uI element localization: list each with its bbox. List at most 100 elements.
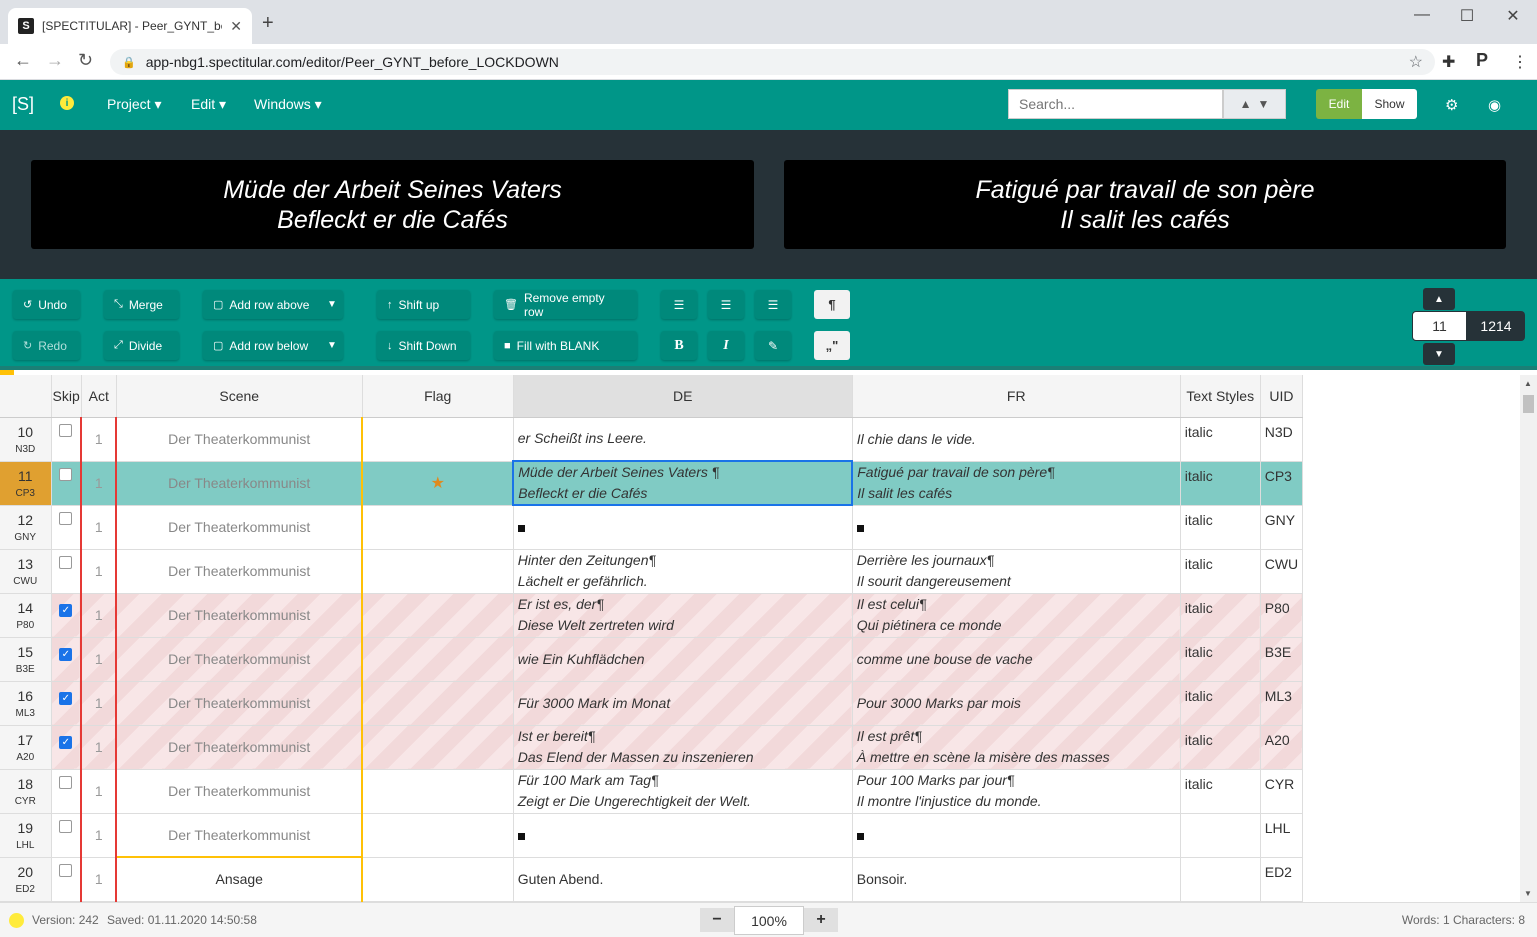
de-cell[interactable]: Für 100 Mark am Tag¶ Zeigt er Die Ungerec… [513, 769, 853, 814]
skip-cell[interactable]: ✓ [51, 593, 82, 638]
scene-cell[interactable]: Der Theaterkommunist [115, 725, 364, 770]
quotes-button[interactable]: „" [814, 331, 850, 360]
zoom-in-button[interactable]: + [804, 908, 838, 932]
act-cell[interactable]: 1 [80, 769, 118, 814]
reload-icon[interactable]: ↻ [78, 50, 93, 71]
row-header[interactable]: 10 N3D [0, 417, 52, 462]
scene-cell[interactable]: Ansage [115, 856, 364, 902]
column-header-act[interactable]: Act [81, 375, 117, 418]
menu-project[interactable]: Project ▾ [107, 96, 162, 113]
row-header[interactable]: 19 LHL [0, 813, 52, 858]
search-navigation[interactable]: ▲ ▼ [1223, 89, 1286, 119]
close-window-icon[interactable]: ✕ [1493, 6, 1533, 26]
minimize-icon[interactable]: — [1402, 6, 1442, 24]
zoom-out-button[interactable]: − [700, 908, 734, 932]
table-row[interactable]: 20 ED2 1 Ansage Guten Abend. Bonsoir. ED2 [0, 856, 1304, 902]
de-cell[interactable]: er Scheißt ins Leere. [513, 417, 853, 462]
row-header[interactable]: 16 ML3 [0, 681, 52, 726]
scene-cell[interactable]: Der Theaterkommunist [115, 505, 364, 550]
act-cell[interactable]: 1 [80, 813, 118, 858]
bookmark-star-icon[interactable]: ☆ [1409, 52, 1423, 72]
flag-cell[interactable] [362, 417, 514, 462]
italic-button[interactable]: I [708, 331, 744, 360]
row-header[interactable]: 15 B3E [0, 637, 52, 682]
flag-cell[interactable]: ★ [362, 461, 514, 506]
fr-cell[interactable]: Derrière les journaux¶ Il sourit dangereu… [852, 549, 1181, 594]
menu-edit[interactable]: Edit ▾ [191, 96, 226, 113]
chevron-up-icon[interactable]: ▲ [1240, 97, 1252, 111]
browser-menu-icon[interactable]: ⋮ [1512, 52, 1528, 72]
act-cell[interactable]: 1 [80, 505, 118, 550]
de-cell[interactable]: Hinter den Zeitungen¶ Lächelt er gefährli… [513, 549, 853, 594]
de-cell[interactable]: Ist er bereit¶ Das Elend der Massen zu in… [513, 725, 853, 770]
flag-cell[interactable] [362, 857, 514, 902]
flag-cell[interactable] [362, 769, 514, 814]
fr-cell[interactable] [852, 813, 1181, 858]
new-tab-icon[interactable]: + [262, 12, 274, 35]
de-cell[interactable] [513, 505, 853, 550]
text-style-cell[interactable]: italic [1180, 681, 1261, 726]
edit-mode-button[interactable]: Edit [1316, 89, 1362, 119]
zoom-level[interactable]: 100% [734, 906, 804, 935]
extensions-icon[interactable]: ✚ [1442, 52, 1455, 72]
skip-checkbox[interactable] [59, 555, 73, 569]
row-header[interactable]: 17 A20 [0, 725, 52, 770]
skip-cell[interactable]: ✓ [51, 681, 82, 726]
skip-checkbox[interactable] [59, 511, 73, 525]
act-cell[interactable]: 1 [80, 417, 118, 462]
chevron-down-icon[interactable]: ▼ [1258, 97, 1270, 111]
fr-cell[interactable]: Il est celui¶ Qui piétinera ce monde [852, 593, 1181, 638]
skip-checkbox[interactable]: ✓ [59, 735, 73, 749]
skip-cell[interactable]: ✓ [51, 637, 82, 682]
scroll-up-icon[interactable]: ▲ [1524, 379, 1532, 388]
brand-logo[interactable]: [S] [12, 94, 34, 115]
text-style-cell[interactable]: italic [1180, 769, 1261, 814]
table-row[interactable]: 19 LHL 1 Der Theaterkommunist LHL [0, 813, 1304, 858]
skip-checkbox[interactable] [59, 775, 73, 789]
skip-checkbox[interactable] [59, 819, 73, 833]
profile-p-icon[interactable]: P [1476, 50, 1488, 71]
skip-cell[interactable] [51, 505, 82, 550]
scene-cell[interactable]: Der Theaterkommunist [115, 417, 364, 462]
fr-cell[interactable]: Bonsoir. [852, 857, 1181, 902]
fr-cell[interactable]: Pour 100 Marks par jour¶ Il montre l'inju… [852, 769, 1181, 814]
flag-cell[interactable] [362, 637, 514, 682]
de-cell[interactable] [513, 813, 853, 858]
fr-cell[interactable]: Il est prêt¶ À mettre en scène la misère … [852, 725, 1181, 770]
text-style-cell[interactable]: italic [1180, 593, 1261, 638]
gear-icon[interactable]: ⚙ [1445, 96, 1458, 114]
align-left-button[interactable]: ☰ [661, 290, 697, 319]
row-header[interactable]: 18 CYR [0, 769, 52, 814]
act-cell[interactable]: 1 [80, 857, 118, 902]
table-row[interactable]: 13 CWU 1 Der Theaterkommunist Hinter den Zei… [0, 549, 1304, 594]
act-cell[interactable]: 1 [80, 637, 118, 682]
row-header[interactable]: 11 CP3 [0, 461, 52, 506]
text-style-cell[interactable]: italic [1180, 461, 1261, 506]
scene-cell[interactable]: Der Theaterkommunist [115, 681, 364, 726]
flag-cell[interactable] [362, 505, 514, 550]
align-center-button[interactable]: ☰ [708, 290, 744, 319]
column-header-fr[interactable]: FR [852, 375, 1181, 418]
flag-cell[interactable] [362, 725, 514, 770]
skip-cell[interactable] [51, 417, 82, 462]
scene-cell[interactable]: Der Theaterkommunist [115, 637, 364, 682]
de-cell[interactable]: Müde der Arbeit Seines Vaters ¶ Befleckt … [512, 460, 854, 506]
skip-cell[interactable] [51, 857, 82, 902]
undo-button[interactable]: ↺ Undo [13, 290, 80, 319]
flag-cell[interactable] [362, 813, 514, 858]
back-icon[interactable]: ← [14, 50, 32, 71]
scene-cell[interactable]: Der Theaterkommunist [115, 593, 364, 638]
de-cell[interactable]: Guten Abend. [513, 857, 853, 902]
divide-button[interactable]: ⤢ Divide [104, 331, 179, 360]
row-header[interactable]: 20 ED2 [0, 857, 52, 902]
column-header-skip[interactable]: Skip [51, 375, 82, 418]
menu-windows[interactable]: Windows ▾ [254, 96, 322, 113]
skip-cell[interactable] [51, 769, 82, 814]
redo-button[interactable]: ↻ Redo [13, 331, 80, 360]
shift-down-button[interactable]: ↓ Shift Down [377, 331, 470, 360]
add-above-dropdown-icon[interactable]: ▼ [321, 290, 343, 319]
act-cell[interactable]: 1 [80, 681, 118, 726]
act-cell[interactable]: 1 [80, 725, 118, 770]
text-style-cell[interactable]: italic [1180, 505, 1261, 550]
de-cell[interactable]: wie Ein Kuhflädchen [513, 637, 853, 682]
